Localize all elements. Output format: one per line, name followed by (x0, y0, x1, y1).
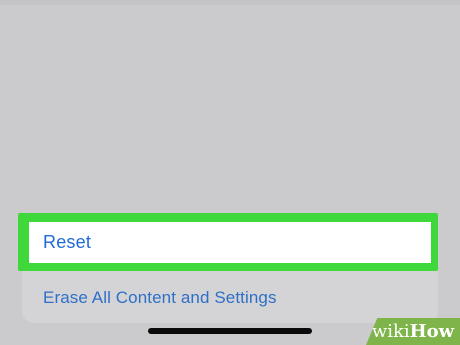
erase-all-content-option[interactable]: Erase All Content and Settings (29, 278, 431, 318)
reset-option-label: Reset (43, 232, 92, 252)
status-area (0, 0, 460, 5)
erase-all-content-label: Erase All Content and Settings (43, 288, 277, 307)
reset-option[interactable]: Reset (29, 222, 431, 263)
watermark-how-text: How (409, 321, 455, 342)
phone-screen: Reset Erase All Content and Settings wik… (0, 0, 460, 345)
watermark-wiki-text: wiki (371, 321, 410, 342)
home-indicator[interactable] (148, 328, 312, 334)
wikihow-logo: wiki How (366, 318, 460, 345)
